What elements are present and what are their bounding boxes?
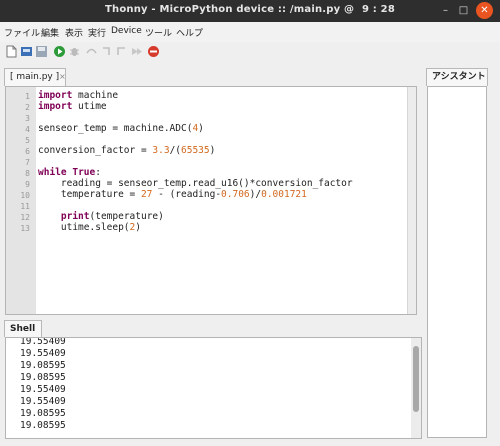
line-number: 11: [20, 202, 30, 211]
menu-view[interactable]: 表示: [65, 26, 83, 39]
menu-device[interactable]: Device: [111, 26, 142, 36]
editor-scrollbar[interactable]: [407, 87, 416, 314]
line-number: 2: [25, 103, 30, 112]
shell-line: 19.08595: [20, 372, 66, 383]
line-number-gutter: 1 2 3 4 5 6 7 8 9 10 11 12 13: [6, 87, 36, 314]
line-number: 13: [20, 224, 30, 233]
tab-shell-label: Shell: [10, 324, 36, 334]
save-file-icon[interactable]: [35, 45, 48, 58]
line-number: 6: [25, 147, 30, 156]
line-number: 9: [25, 180, 30, 189]
shell-line: 19.55409: [20, 384, 66, 395]
minimize-button[interactable]: –: [438, 3, 453, 18]
tab-main-py-label: main.py: [16, 72, 53, 82]
tab-main-py[interactable]: [ main.py ] ×: [4, 68, 66, 86]
menu-help[interactable]: ヘルプ: [176, 26, 203, 39]
shell-line: 19.55409: [20, 396, 66, 407]
shell-line: 19.08595: [20, 420, 66, 431]
tab-assistant[interactable]: アシスタント: [426, 68, 488, 86]
menu-file[interactable]: ファイル: [4, 26, 40, 39]
line-number: 12: [20, 213, 30, 222]
toolbar: [0, 42, 500, 62]
line-number: 1: [25, 92, 30, 101]
assistant-panel: [427, 86, 487, 438]
debug-icon[interactable]: [68, 45, 81, 58]
shell-scrollbar[interactable]: [411, 338, 421, 438]
code-line: utime.sleep(2): [38, 222, 141, 233]
window-title-text: Thonny - MicroPython device :: /main.py …: [104, 4, 355, 15]
code-line: import machine: [38, 90, 119, 101]
menu-edit[interactable]: 編集: [41, 26, 59, 39]
run-icon[interactable]: [53, 45, 66, 58]
shell-line: 19.08595: [20, 360, 66, 371]
code-line: reading = senseor_temp.read_u16()*conver…: [38, 178, 353, 189]
step-into-icon[interactable]: [100, 45, 113, 58]
menu-bar: ファイル 編集 表示 実行 Device ツール ヘルプ: [0, 22, 500, 42]
close-button[interactable]: ✕: [476, 2, 493, 19]
line-number: 4: [25, 125, 30, 134]
title-bar: Thonny - MicroPython device :: /main.py …: [0, 0, 500, 22]
code-line: temperature = 27 - (reading-0.706)/0.001…: [38, 189, 307, 200]
step-out-icon[interactable]: [115, 45, 128, 58]
step-over-icon[interactable]: [85, 45, 98, 58]
shell-line: 19.55409: [20, 337, 66, 347]
menu-run[interactable]: 実行: [88, 26, 106, 39]
window-title: Thonny - MicroPython device :: /main.py …: [0, 4, 500, 15]
code-line: conversion_factor = 3.3/(65535): [38, 145, 216, 156]
code-line: while True:: [38, 167, 101, 178]
open-file-icon[interactable]: [20, 45, 33, 58]
code-line: senseor_temp = machine.ADC(4): [38, 123, 204, 134]
line-number: 10: [20, 191, 30, 200]
tab-shell[interactable]: Shell: [4, 320, 42, 337]
line-number: 5: [25, 136, 30, 145]
line-number: 8: [25, 169, 30, 178]
tab-assistant-label: アシスタント: [432, 72, 486, 82]
stop-icon[interactable]: [147, 45, 160, 58]
shell-line: 19.08595: [20, 408, 66, 419]
menu-tools[interactable]: ツール: [145, 26, 172, 39]
code-editor[interactable]: 1 2 3 4 5 6 7 8 9 10 11 12 13 import mac…: [5, 86, 417, 315]
resume-icon[interactable]: [130, 45, 143, 58]
shell-line: 19.55409: [20, 348, 66, 359]
new-file-icon[interactable]: [5, 45, 18, 58]
maximize-button[interactable]: □: [456, 3, 471, 18]
shell-scrollbar-thumb[interactable]: [413, 346, 419, 412]
code-line: print(temperature): [60, 211, 164, 222]
line-number: 7: [25, 158, 30, 167]
tab-close-icon[interactable]: ×: [59, 69, 66, 85]
clock: 9 : 28: [361, 4, 395, 15]
shell-output[interactable]: 19.55409 19.55409 19.08595 19.08595 19.5…: [5, 337, 422, 439]
code-line: import utime: [38, 101, 107, 112]
line-number: 3: [25, 114, 30, 123]
